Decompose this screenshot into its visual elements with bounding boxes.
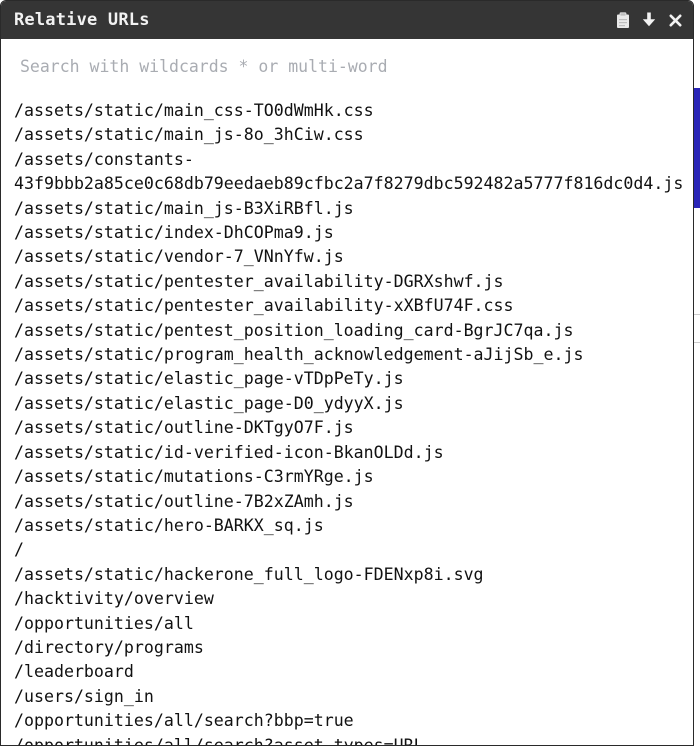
close-icon[interactable]: [667, 11, 683, 29]
url-list-item[interactable]: /opportunities/all/search?bbp=true: [14, 709, 693, 733]
url-list[interactable]: /assets/static/main_css-TO0dWmHk.css/ass…: [1, 91, 693, 745]
url-list-item[interactable]: /assets/static/vendor-7_VNnYfw.js: [14, 245, 693, 269]
url-list-item[interactable]: /hacktivity/overview: [14, 587, 693, 611]
url-list-item[interactable]: /assets/static/index-DhCOPma9.js: [14, 221, 693, 245]
url-list-item[interactable]: /assets/static/elastic_page-D0_ydyyX.js: [14, 392, 693, 416]
url-list-item[interactable]: /assets/constants-: [14, 148, 693, 172]
url-list-item[interactable]: /assets/static/main_js-B3XiRBfl.js: [14, 197, 693, 221]
background-divider: [694, 342, 700, 343]
url-list-item[interactable]: /assets/static/elastic_page-vTDpPeTy.js: [14, 367, 693, 391]
search-bar: [1, 39, 693, 91]
url-list-item[interactable]: /directory/programs: [14, 636, 693, 660]
titlebar-actions: [615, 11, 683, 29]
panel-titlebar: Relative URLs: [1, 1, 693, 39]
url-list-item[interactable]: /opportunities/all: [14, 612, 693, 636]
url-list-item[interactable]: /assets/static/main_js-8o_3hCiw.css: [14, 123, 693, 147]
url-list-item[interactable]: /assets/static/pentester_availability-xX…: [14, 294, 693, 318]
download-icon[interactable]: [641, 11, 657, 29]
url-list-item[interactable]: /assets/static/id-verified-icon-BkanOLDd…: [14, 441, 693, 465]
url-list-item[interactable]: /assets/static/outline-7B2xZAmh.js: [14, 490, 693, 514]
relative-urls-panel: Relative URLs Search with wildcards * or…: [0, 0, 694, 746]
url-list-item[interactable]: /assets/static/pentest_position_loading_…: [14, 319, 693, 343]
url-list-item[interactable]: /assets/static/hero-BARKX_sq.js: [14, 514, 693, 538]
url-list-item[interactable]: /: [14, 538, 693, 562]
panel-title: Relative URLs: [14, 10, 150, 30]
search-input[interactable]: [20, 57, 660, 76]
url-list-item[interactable]: /assets/static/hackerone_full_logo-FDENx…: [14, 563, 693, 587]
url-list-item[interactable]: /leaderboard: [14, 660, 693, 684]
background-divider: [694, 314, 700, 315]
url-list-item[interactable]: /opportunities/all/search?asset_types=UR…: [14, 734, 693, 745]
url-list-item[interactable]: /users/sign_in: [14, 685, 693, 709]
url-list-item[interactable]: /assets/static/outline-DKTgyO7F.js: [14, 416, 693, 440]
url-list-item[interactable]: /assets/static/pentester_availability-DG…: [14, 270, 693, 294]
url-list-item[interactable]: 43f9bbb2a85ce0c68db79eedaeb89cfbc2a7f827…: [14, 172, 693, 196]
url-list-item[interactable]: /assets/static/main_css-TO0dWmHk.css: [14, 99, 693, 123]
url-list-item[interactable]: /assets/static/mutations-C3rmYRge.js: [14, 465, 693, 489]
url-list-item[interactable]: /assets/static/program_health_acknowledg…: [14, 343, 693, 367]
clipboard-icon[interactable]: [615, 11, 631, 29]
